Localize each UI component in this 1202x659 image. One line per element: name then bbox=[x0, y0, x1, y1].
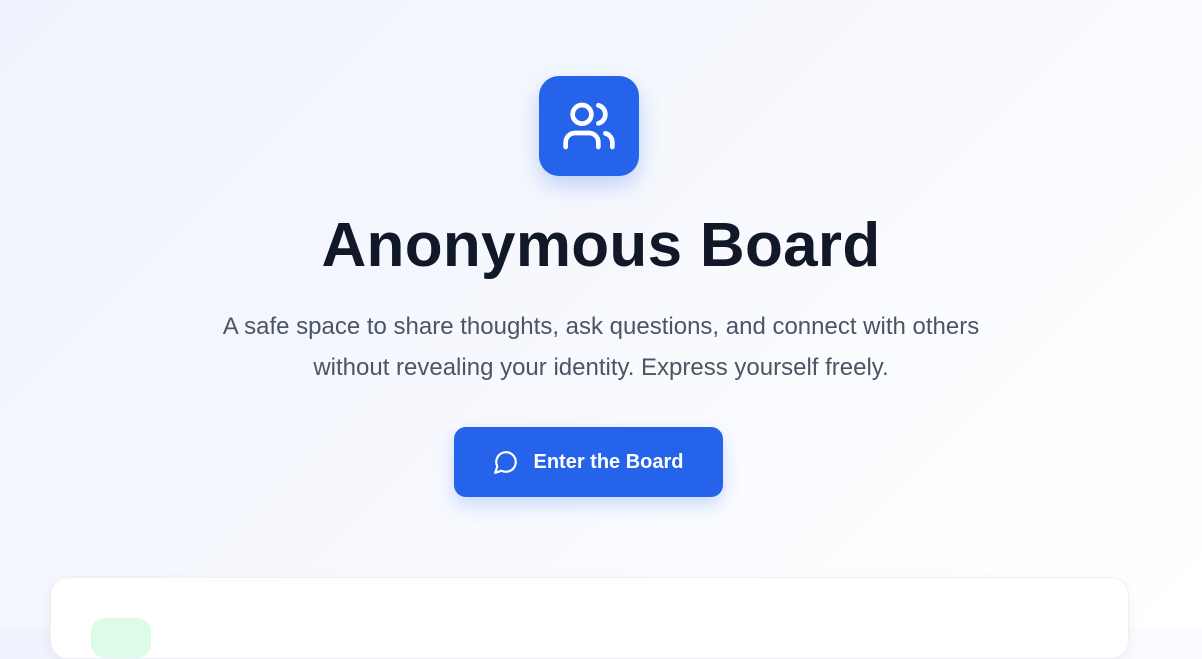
message-circle-icon bbox=[493, 449, 519, 475]
app-logo bbox=[539, 76, 639, 176]
users-icon bbox=[563, 102, 615, 150]
feature-icon-badge bbox=[91, 618, 151, 658]
page-title: Anonymous Board bbox=[321, 211, 881, 280]
page-subtitle: A safe space to share thoughts, ask ques… bbox=[222, 313, 980, 381]
enter-board-label: Enter the Board bbox=[533, 450, 684, 473]
enter-board-button[interactable]: Enter the Board bbox=[454, 427, 723, 497]
feature-card bbox=[50, 577, 1129, 659]
